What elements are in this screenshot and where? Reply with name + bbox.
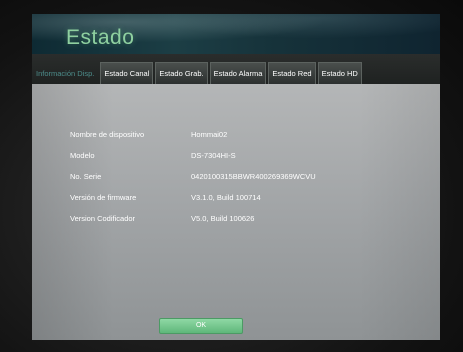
ok-button[interactable]: OK xyxy=(159,318,243,334)
firmware-label: Versión de firmware xyxy=(70,193,137,202)
panel-shading xyxy=(32,84,440,340)
model-value: DS-7304HI-S xyxy=(191,151,236,160)
device-info-panel: Nombre de dispositivo Hommai02 Modelo DS… xyxy=(32,84,440,340)
serial-value: 0420100315BBWR400269369WCVU xyxy=(191,172,316,181)
tab-estado-alarma[interactable]: Estado Alarma xyxy=(209,62,267,84)
firmware-value: V3.1.0, Build 100714 xyxy=(191,193,261,202)
dvr-status-screen: Estado Información Disp. Estado Canal Es… xyxy=(32,14,440,340)
encoder-label: Version Codificador xyxy=(70,214,136,223)
device-name-value: Hommai02 xyxy=(191,130,228,139)
info-row-encoder: Version Codificador V5.0, Build 100626 xyxy=(32,214,440,228)
device-name-label: Nombre de dispositivo xyxy=(70,130,145,139)
info-row-device-name: Nombre de dispositivo Hommai02 xyxy=(32,130,440,144)
info-row-serial: No. Serie 0420100315BBWR400269369WCVU xyxy=(32,172,440,186)
info-row-firmware: Versión de firmware V3.1.0, Build 100714 xyxy=(32,193,440,207)
tab-informacion-disp[interactable]: Información Disp. xyxy=(32,62,98,84)
encoder-value: V5.0, Build 100626 xyxy=(191,214,255,223)
serial-label: No. Serie xyxy=(70,172,102,181)
tab-estado-red[interactable]: Estado Red xyxy=(268,62,316,84)
model-label: Modelo xyxy=(70,151,95,160)
tab-estado-hd[interactable]: Estado HD xyxy=(317,62,362,84)
info-row-model: Modelo DS-7304HI-S xyxy=(32,151,440,165)
status-tabs: Información Disp. Estado Canal Estado Gr… xyxy=(32,54,440,84)
tab-estado-grab[interactable]: Estado Grab. xyxy=(155,62,208,84)
tab-estado-canal[interactable]: Estado Canal xyxy=(100,62,154,84)
page-title: Estado xyxy=(66,26,135,49)
header-bar: Estado xyxy=(32,14,440,54)
